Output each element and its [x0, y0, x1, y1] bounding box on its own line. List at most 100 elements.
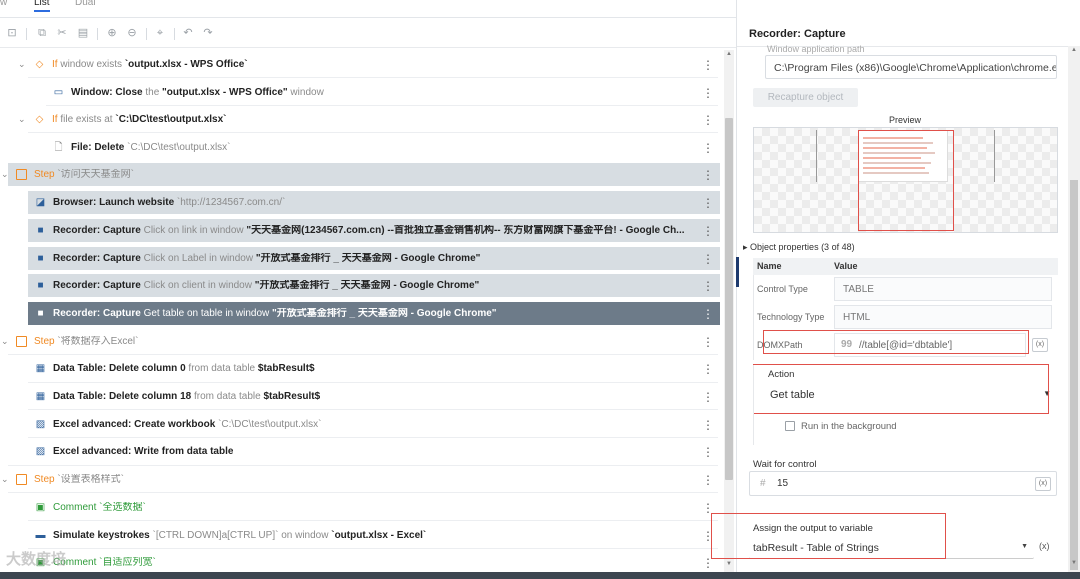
- row-divider: [28, 520, 718, 521]
- scroll-down-icon[interactable]: ▼: [725, 561, 733, 567]
- scroll-down-icon[interactable]: ▼: [1070, 560, 1078, 566]
- enable-icon[interactable]: ⊕: [106, 27, 118, 40]
- object-properties-header[interactable]: ▸ Object properties (3 of 48): [743, 242, 855, 253]
- scroll-up-icon[interactable]: ▲: [725, 51, 733, 57]
- run-in-background-checkbox[interactable]: [785, 421, 795, 431]
- excel-icon: ▨: [35, 446, 46, 457]
- more-options-icon[interactable]: ⋮: [702, 390, 714, 404]
- panel-scrollbar[interactable]: ▲ ▼: [1068, 46, 1080, 572]
- data-table-icon: ▦: [35, 363, 46, 374]
- more-options-icon[interactable]: ⋮: [702, 501, 714, 515]
- row-value: `output.xlsx - WPS Office`: [124, 59, 248, 70]
- condition-icon: ◇: [35, 59, 44, 70]
- list-item[interactable]: ▬ Simulate keystrokes `[CTRL DOWN]a[CTRL…: [0, 523, 736, 548]
- highlight-box: [858, 130, 954, 231]
- expand-icon[interactable]: ▸: [743, 242, 750, 252]
- paste-icon[interactable]: ▤: [77, 27, 89, 40]
- properties-table-header: Name Value: [753, 258, 1058, 275]
- more-options-icon[interactable]: ⋮: [702, 362, 714, 376]
- list-item[interactable]: ⌄ ◇ If file exists at `C:\DC\test\output…: [0, 107, 736, 132]
- step-name: `设置表格样式`: [54, 474, 125, 485]
- list-item-selected[interactable]: ■ Recorder: Capture Get table on table i…: [0, 301, 736, 326]
- step-icon: [16, 336, 27, 347]
- more-options-icon[interactable]: ⋮: [702, 418, 714, 432]
- list-item[interactable]: ⌄ ◇ If window exists `output.xlsx - WPS …: [0, 52, 736, 77]
- wait-field[interactable]: # 15 (x): [749, 471, 1057, 496]
- row-value: "天天基金网(1234567.com.cn) --首批独立基金销售机构-- 东方…: [246, 225, 685, 236]
- step-keyword: Step: [34, 169, 55, 180]
- view-tabs: w List Dual: [0, 0, 736, 18]
- chevron-down-icon[interactable]: ⌄: [18, 114, 26, 125]
- step-row[interactable]: ⌄ Step `将数据存入Excel` ⋮: [0, 329, 736, 354]
- watermark-logo: 大数度培: [6, 551, 67, 568]
- step-row[interactable]: ⌄ Step `访问天天基金网` ⋮: [0, 162, 736, 187]
- step-row[interactable]: ⌄ Step `设置表格样式` ⋮: [0, 467, 736, 492]
- more-options-icon[interactable]: ⋮: [702, 113, 714, 127]
- more-options-icon[interactable]: ⋮: [702, 141, 714, 155]
- recorder-icon: ■: [37, 225, 44, 236]
- cut-icon[interactable]: ✂: [56, 27, 68, 40]
- variable-icon[interactable]: (x): [1039, 541, 1050, 551]
- list-item[interactable]: ■ Recorder: Capture Click on link in win…: [0, 218, 736, 243]
- list-item[interactable]: ▦ Data Table: Delete column 0 from data …: [0, 356, 736, 381]
- more-options-icon[interactable]: ⋮: [702, 168, 714, 182]
- recapture-object-button[interactable]: Recapture object: [753, 88, 858, 107]
- list-item[interactable]: 🗋 File: Delete `C:\DC\test\output.xlsx` …: [0, 135, 736, 160]
- scrollbar-thumb[interactable]: [1070, 180, 1078, 570]
- breakpoint-icon[interactable]: ⊡: [6, 27, 18, 40]
- list-item[interactable]: ▭ Window: Close the "output.xlsx - WPS O…: [0, 80, 736, 105]
- variable-icon[interactable]: (x): [1035, 477, 1051, 491]
- chevron-down-icon[interactable]: ⌄: [1, 336, 9, 347]
- list-item[interactable]: ▨ Excel advanced: Write from data table …: [0, 439, 736, 464]
- chevron-down-icon[interactable]: ⌄: [18, 59, 26, 70]
- more-options-icon[interactable]: ⋮: [702, 224, 714, 238]
- redo-icon[interactable]: ↷: [202, 27, 214, 40]
- more-options-icon[interactable]: ⋮: [702, 86, 714, 100]
- number-icon: #: [760, 478, 766, 489]
- tab-flow[interactable]: w: [0, 0, 7, 8]
- more-options-icon[interactable]: ⋮: [702, 252, 714, 266]
- row-title: File: Delete: [71, 142, 125, 153]
- more-options-icon[interactable]: ⋮: [702, 556, 714, 570]
- preview-image: [753, 127, 1058, 233]
- more-options-icon[interactable]: ⋮: [702, 445, 714, 459]
- data-table-icon: ▦: [35, 391, 46, 402]
- app-path-field[interactable]: C:\Program Files (x86)\Google\Chrome\App…: [765, 55, 1057, 79]
- copy-icon[interactable]: ⧉: [36, 27, 48, 40]
- list-scrollbar[interactable]: ▲ ▼: [724, 50, 734, 572]
- more-options-icon[interactable]: ⋮: [702, 279, 714, 293]
- more-options-icon[interactable]: ⋮: [702, 196, 714, 210]
- list-item[interactable]: ▨ Excel advanced: Create workbook `C:\DC…: [0, 412, 736, 437]
- pin-icon[interactable]: ⌖: [154, 27, 166, 40]
- row-description: the: [142, 87, 163, 98]
- highlight-box: [763, 330, 1029, 354]
- more-options-icon[interactable]: ⋮: [702, 529, 714, 543]
- preview-edge: [816, 130, 817, 182]
- scrollbar-thumb[interactable]: [725, 118, 733, 480]
- tab-dual[interactable]: Dual: [75, 0, 96, 8]
- variable-icon[interactable]: (x): [1032, 338, 1048, 352]
- list-item[interactable]: ▦ Data Table: Delete column 18 from data…: [0, 384, 736, 409]
- dropdown-arrow-icon[interactable]: ▼: [1021, 543, 1028, 550]
- chevron-down-icon[interactable]: ⌄: [1, 169, 9, 180]
- list-item[interactable]: ■ Recorder: Capture Click on client in w…: [0, 273, 736, 298]
- step-name: `将数据存入Excel`: [54, 336, 139, 347]
- more-options-icon[interactable]: ⋮: [702, 473, 714, 487]
- list-item[interactable]: ▣ Comment `全选数据` ⋮: [0, 495, 736, 520]
- row-description: from data table: [191, 391, 264, 402]
- more-options-icon[interactable]: ⋮: [702, 307, 714, 321]
- row-value: `C:\DC\test\output.xlsx`: [115, 114, 227, 125]
- row-title: Recorder: Capture: [53, 308, 141, 319]
- disable-icon[interactable]: ⊖: [126, 27, 138, 40]
- tab-list[interactable]: List: [34, 0, 50, 12]
- undo-icon[interactable]: ↶: [182, 27, 194, 40]
- row-title: Excel advanced: Create workbook: [53, 419, 216, 430]
- panel-resize-marker: [736, 257, 739, 287]
- more-options-icon[interactable]: ⋮: [702, 335, 714, 349]
- row-title: Data Table: Delete column 0: [53, 363, 186, 374]
- scroll-up-icon[interactable]: ▲: [1070, 47, 1078, 53]
- more-options-icon[interactable]: ⋮: [702, 58, 714, 72]
- list-item[interactable]: ◪ Browser: Launch website `http://123456…: [0, 190, 736, 215]
- list-item[interactable]: ■ Recorder: Capture Click on Label in wi…: [0, 246, 736, 271]
- chevron-down-icon[interactable]: ⌄: [1, 474, 9, 485]
